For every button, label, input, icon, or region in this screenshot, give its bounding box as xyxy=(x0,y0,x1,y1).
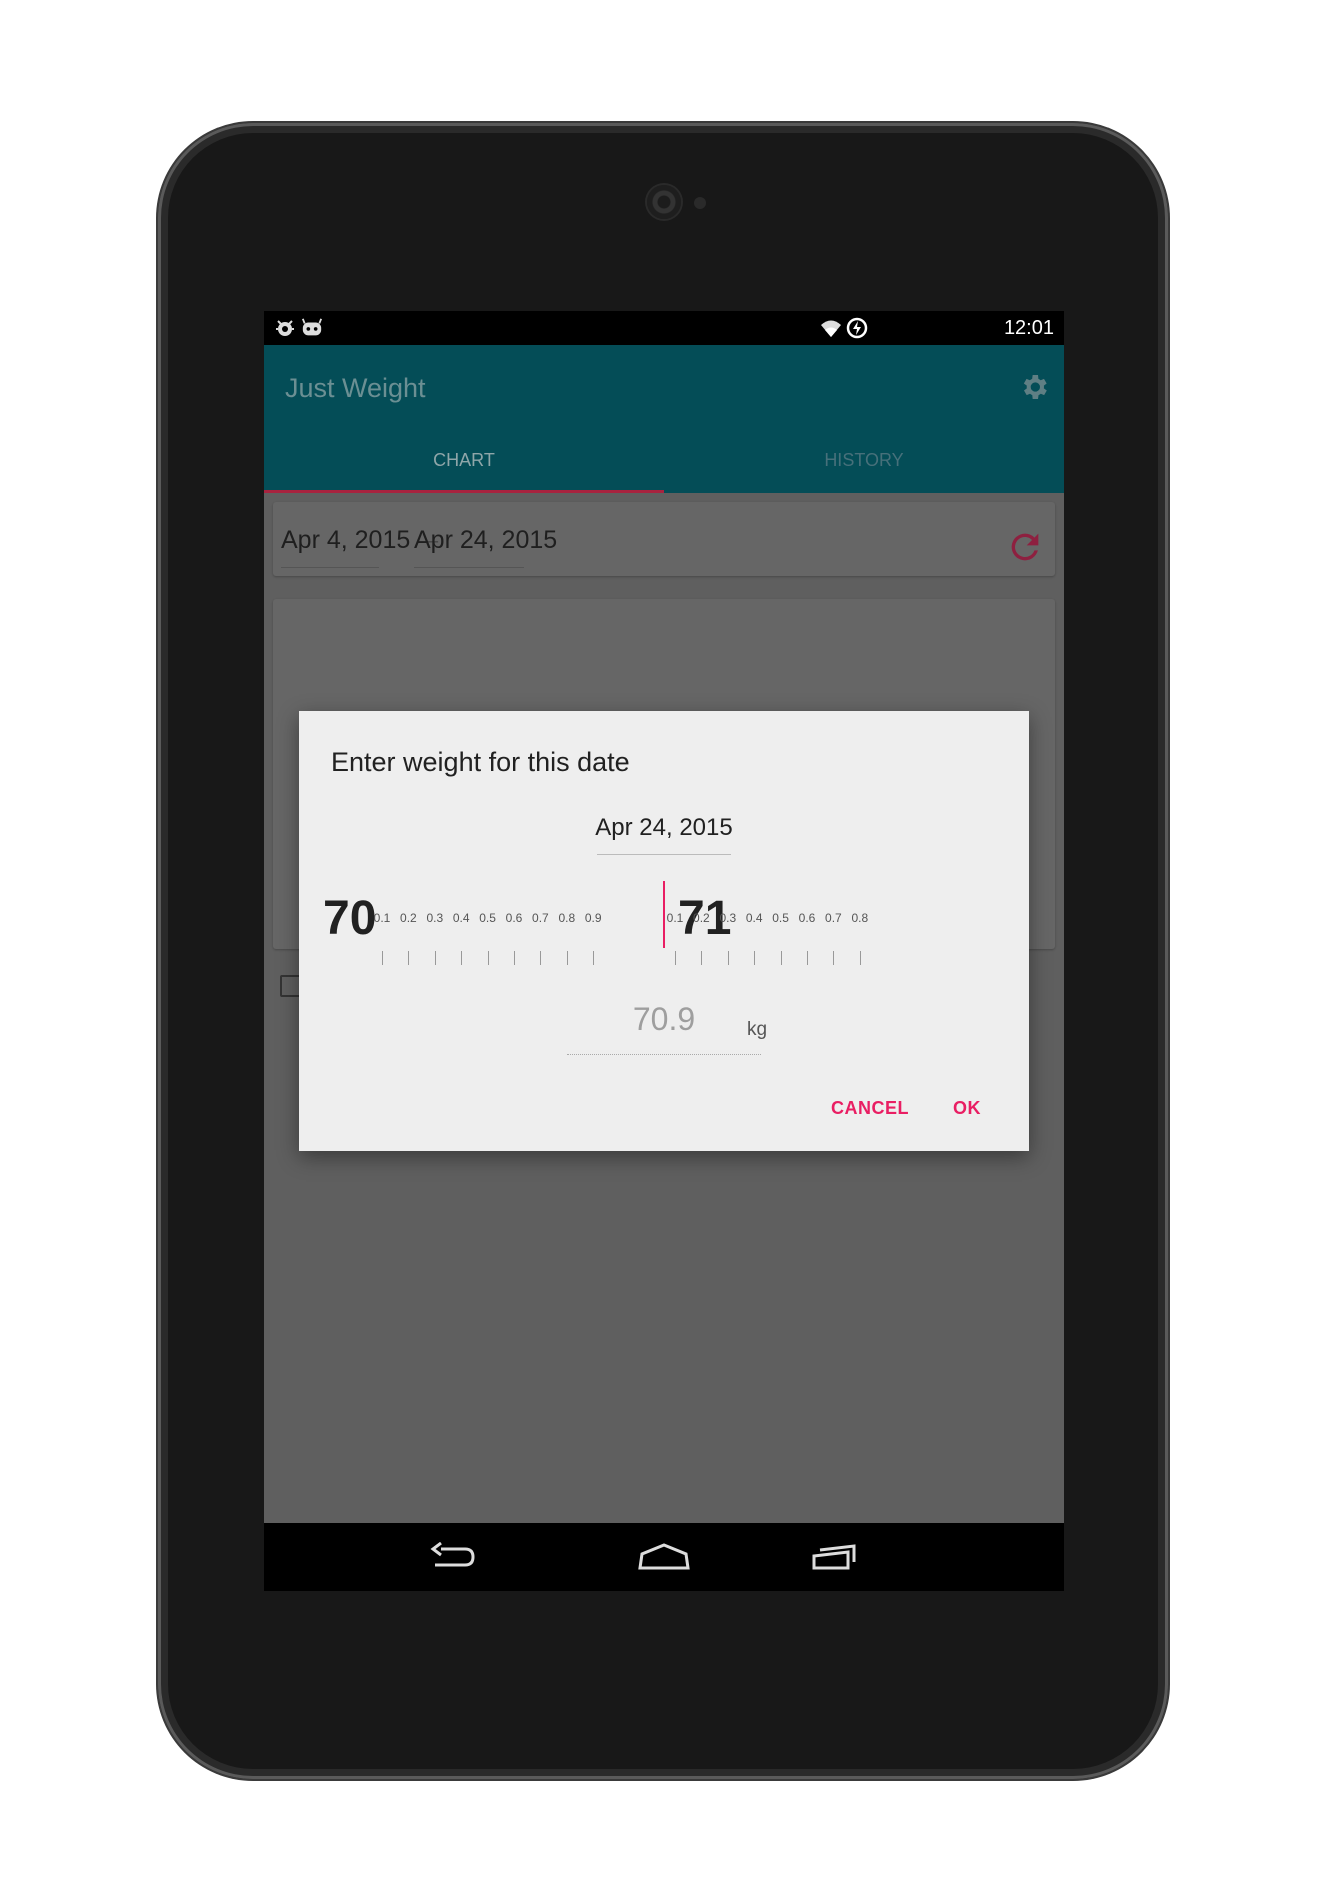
wifi-icon xyxy=(821,320,841,337)
date-range-card: Apr 4, 2015 – Apr 24, 2015 xyxy=(273,502,1055,576)
ruler-minor-label: 0.9 xyxy=(584,911,602,925)
app-bar: Just Weight CHART HISTORY xyxy=(264,345,1064,493)
ruler-minor-tick xyxy=(540,951,542,965)
front-camera xyxy=(647,185,681,219)
dialog-date-underline xyxy=(597,854,731,855)
tab-history[interactable]: HISTORY xyxy=(664,450,1064,471)
weight-value-underline xyxy=(567,1054,761,1055)
ruler-minor-tick xyxy=(566,951,568,965)
ruler-minor-label: 0.8 xyxy=(851,911,869,925)
nav-bar xyxy=(264,1523,1064,1591)
dialog-title: Enter weight for this date xyxy=(331,747,630,777)
start-date-field[interactable]: Apr 4, 2015 xyxy=(281,526,410,555)
ruler-minor-tick xyxy=(461,951,463,965)
weight-ruler[interactable]: 70 71 0.1 0.2 0.3 0.4 0.5 0.6 0.7 0.8 0.9 0.1 0.2 0… xyxy=(299,881,1029,981)
ruler-minor-tick xyxy=(675,951,676,965)
ruler-minor-tick xyxy=(807,951,808,965)
app-title: Just Weight xyxy=(285,373,426,403)
light-sensor xyxy=(694,197,706,209)
battery-charging-icon xyxy=(846,317,868,339)
back-icon[interactable] xyxy=(427,1542,479,1572)
ruler-minor-tick xyxy=(593,951,595,965)
ruler-minor-tick xyxy=(701,951,703,965)
ok-button[interactable]: OK xyxy=(953,1098,981,1119)
ruler-minor-tick xyxy=(833,951,835,965)
end-date-field[interactable]: Apr 24, 2015 xyxy=(414,526,557,555)
ruler-minor-tick xyxy=(754,951,756,965)
status-bar: 12:01 xyxy=(264,311,1064,345)
ruler-minor-tick xyxy=(382,951,383,965)
weight-value-input[interactable]: 70.9 xyxy=(567,1001,761,1038)
cancel-button[interactable]: CANCEL xyxy=(831,1098,909,1119)
ruler-minor-tick xyxy=(487,951,489,965)
bug-icon xyxy=(276,320,294,336)
gear-icon[interactable] xyxy=(1018,371,1050,403)
start-date-underline xyxy=(281,567,379,568)
weight-dialog: Enter weight for this date Apr 24, 2015 … xyxy=(299,711,1029,1151)
home-icon[interactable] xyxy=(638,1542,690,1572)
ruler-minor-tick xyxy=(434,951,436,965)
weight-unit: kg xyxy=(747,1019,768,1040)
ruler-minor-tick xyxy=(408,951,410,965)
ruler-minor-tick xyxy=(727,951,729,965)
cyanogenmod-icon xyxy=(301,318,323,336)
clock: 12:01 xyxy=(1003,317,1054,339)
ruler-minor-tick xyxy=(780,951,782,965)
ruler-minor-tick xyxy=(859,951,861,965)
tab-chart[interactable]: CHART xyxy=(264,450,664,471)
dialog-date[interactable]: Apr 24, 2015 xyxy=(299,814,1029,842)
refresh-icon[interactable] xyxy=(1005,527,1045,567)
end-date-underline xyxy=(414,567,524,568)
screen: 12:01 Just Weight CHART HISTORY Apr 4, 2… xyxy=(264,311,1064,1591)
ruler-minor-tick xyxy=(514,951,515,965)
recents-icon[interactable] xyxy=(808,1542,860,1572)
